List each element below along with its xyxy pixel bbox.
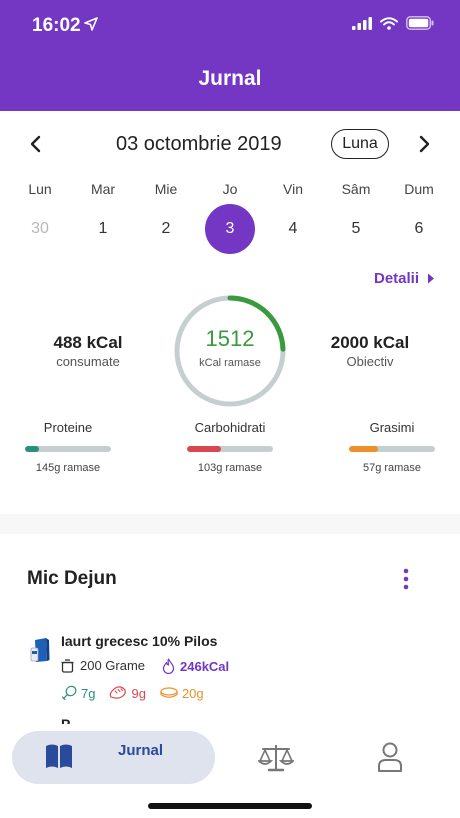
- macro-progress-fill: [25, 446, 39, 452]
- food-carbs-value: 9g: [131, 685, 146, 701]
- day-tuesday[interactable]: Mar 1: [73, 181, 133, 237]
- macro-remaining: 57g ramase: [362, 462, 422, 474]
- food-macros: 7g 9g 20g: [61, 685, 204, 701]
- day-name: Dum: [404, 181, 434, 197]
- food-protein: 7g: [61, 685, 95, 701]
- food-quantity-value: 200 Grame: [80, 658, 146, 673]
- macro-remaining: 145g ramase: [35, 462, 101, 474]
- day-name: Sâm: [341, 181, 371, 197]
- more-vertical-icon[interactable]: [400, 568, 412, 590]
- section-divider: [0, 514, 460, 534]
- chevron-right-icon[interactable]: [416, 134, 432, 154]
- food-quantity: 200 Grame: [61, 658, 145, 673]
- day-number[interactable]: 5: [331, 204, 381, 254]
- macro-fat: Grasimi 57g ramase: [349, 420, 435, 474]
- home-indicator: [148, 803, 312, 809]
- current-date[interactable]: 03 octombrie 2019: [116, 133, 282, 156]
- macro-name: Proteine: [43, 420, 93, 435]
- status-time: 16:02: [32, 15, 81, 36]
- book-icon[interactable]: [44, 740, 74, 774]
- macro-progress-fill: [187, 446, 222, 452]
- drumstick-icon: [61, 685, 77, 701]
- macro-progress-fill: [349, 446, 379, 452]
- day-name: Mar: [90, 181, 116, 197]
- food-item-name[interactable]: Iaurt grecesc 10% Pilos: [61, 633, 217, 649]
- day-number-selected[interactable]: 3: [205, 204, 255, 254]
- chevron-left-icon[interactable]: [28, 134, 44, 154]
- day-name: Vin: [283, 181, 303, 197]
- day-sunday[interactable]: Dum 6: [389, 181, 449, 237]
- macro-progress-bar: [187, 446, 273, 452]
- remaining-kcal-value: 1512: [205, 326, 255, 351]
- location-arrow-icon: [84, 17, 98, 31]
- food-kcal-value: 246kCal: [180, 658, 230, 674]
- bottom-navigation: Jurnal: [0, 724, 460, 818]
- macro-remaining: 103g ramase: [197, 462, 263, 474]
- yogurt-icon: [30, 638, 50, 662]
- tab-journal-label[interactable]: Jurnal: [118, 742, 163, 759]
- day-name: Mie: [154, 181, 178, 197]
- details-link[interactable]: Detalii: [374, 270, 435, 287]
- consumed-value: 488 kCal: [53, 333, 123, 352]
- food-carbs: 9g: [109, 685, 146, 701]
- day-name: Lun: [28, 181, 52, 197]
- goal-value: 2000 kCal: [330, 333, 410, 352]
- day-number[interactable]: 1: [78, 204, 128, 254]
- day-saturday[interactable]: Sâm 5: [326, 181, 386, 237]
- food-protein-value: 7g: [81, 685, 96, 701]
- day-number[interactable]: 6: [394, 204, 444, 254]
- day-name: Jo: [222, 181, 238, 197]
- day-wednesday[interactable]: Mie 2: [136, 181, 196, 237]
- macro-progress-bar: [25, 446, 111, 452]
- scale-icon[interactable]: [258, 742, 294, 774]
- food-kcal: 246kCal: [162, 658, 229, 674]
- consumed-stat: 488 kCal consumate: [38, 333, 138, 369]
- goal-stat: 2000 kCal Obiectiv: [320, 333, 420, 369]
- flame-icon: [162, 658, 175, 674]
- wifi-icon: [380, 16, 398, 30]
- day-thursday[interactable]: Jo 3: [200, 181, 260, 254]
- header-bar: 16:02 Jurnal: [0, 0, 460, 111]
- day-friday[interactable]: Vin 4: [263, 181, 323, 237]
- food-fat-value: 20g: [181, 685, 204, 701]
- date-navigation: 03 octombrie 2019 Luna: [0, 128, 460, 162]
- status-icons: [352, 16, 434, 30]
- tab-journal[interactable]: [12, 731, 215, 784]
- remaining-kcal-label: kCal ramase: [199, 357, 261, 369]
- macro-protein: Proteine 145g ramase: [25, 420, 111, 474]
- consumed-label: consumate: [56, 354, 120, 369]
- bread-icon: [110, 686, 127, 699]
- battery-icon: [406, 16, 434, 30]
- signal-icon: [352, 16, 372, 30]
- next-food-item-name[interactable]: P: [61, 716, 70, 724]
- macro-name: Carbohidrati: [194, 420, 266, 435]
- month-view-button[interactable]: Luna: [331, 129, 389, 159]
- food-fat: 20g: [160, 685, 204, 701]
- day-number[interactable]: 4: [268, 204, 318, 254]
- caret-right-icon: [428, 273, 435, 284]
- day-monday[interactable]: Lun 30: [10, 181, 70, 237]
- details-label: Detalii: [374, 270, 420, 287]
- day-number[interactable]: 30: [15, 204, 65, 254]
- container-icon: [61, 658, 74, 673]
- day-number[interactable]: 2: [141, 204, 191, 254]
- macro-progress-bar: [349, 446, 435, 452]
- page-title: Jurnal: [198, 67, 262, 90]
- profile-icon[interactable]: [377, 741, 403, 773]
- goal-label: Obiectiv: [346, 354, 394, 369]
- cheese-icon: [160, 687, 178, 698]
- macro-carbs: Carbohidrati 103g ramase: [187, 420, 273, 474]
- meal-title: Mic Dejun: [27, 568, 117, 589]
- macro-name: Grasimi: [369, 420, 415, 435]
